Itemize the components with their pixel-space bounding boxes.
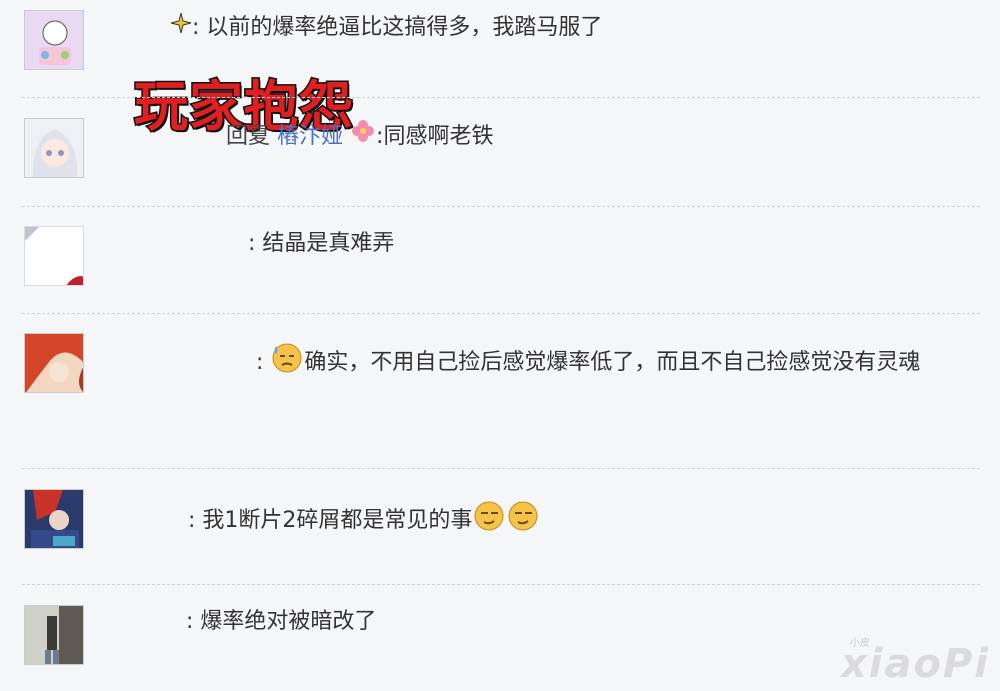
avatar[interactable] — [24, 489, 84, 549]
watermark-logo: xiaoPi — [840, 641, 990, 687]
anime-girl-avatar-icon — [25, 119, 83, 177]
divider — [22, 206, 980, 207]
divider — [22, 313, 980, 314]
person-avatar-icon — [25, 606, 83, 664]
avatar[interactable] — [24, 10, 84, 70]
sparkle-icon — [170, 10, 192, 46]
blank-avatar-icon — [25, 227, 83, 285]
comment-text: : 结晶是真难弄 — [248, 231, 395, 256]
cartoon-avatar-icon — [25, 11, 83, 69]
comment-text: 以前的爆率绝逼比这搞得多，我踏马服了 — [206, 15, 603, 40]
divider — [22, 468, 980, 469]
divider — [22, 97, 980, 98]
comment-text: : 我1断片2碎屑都是常见的事 — [188, 508, 473, 533]
comment-text: :同感啊老铁 — [376, 124, 494, 149]
user-name-prefix[interactable]: 回夏 — [226, 124, 270, 149]
comment-text: : 爆率绝对被暗改了 — [186, 609, 377, 634]
sweat-face-icon — [270, 340, 304, 386]
avatar[interactable] — [24, 333, 84, 393]
smug-face-icon — [472, 498, 506, 544]
avatar[interactable] — [24, 605, 84, 665]
smug-face-icon — [506, 498, 540, 544]
character-avatar-icon — [25, 490, 83, 548]
flower-icon — [350, 118, 376, 156]
red-hair-avatar-icon — [25, 334, 83, 392]
avatar[interactable] — [24, 226, 84, 286]
comment-text: 确实，不用自己捡后感觉爆率低了，而且不自己捡感觉没有灵魂 — [304, 350, 921, 375]
user-name[interactable]: 樁汴娅 — [277, 124, 343, 149]
avatar[interactable] — [24, 118, 84, 178]
divider — [22, 584, 980, 585]
